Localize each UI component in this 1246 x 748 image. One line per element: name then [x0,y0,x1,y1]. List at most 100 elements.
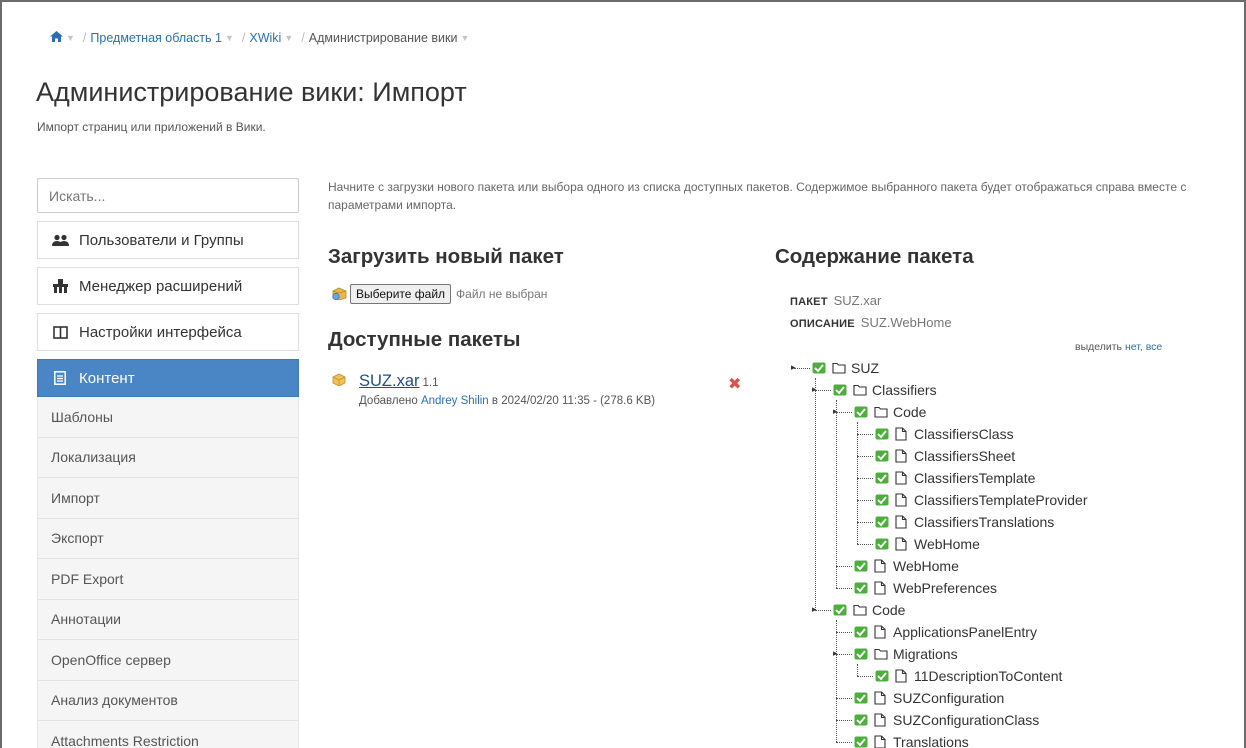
tree-page-node[interactable]: Translations [854,732,969,748]
tree-folder-node[interactable]: Code [833,600,905,620]
page-icon [895,536,909,552]
tree-page-node[interactable]: ClassifiersTranslations [875,512,1054,532]
tree-node-label: ClassifiersTemplateProvider [914,492,1088,508]
users-icon [51,234,69,247]
tree-node-label: SUZ [851,360,879,376]
upload-row: Выберите файл Файл не выбран [332,284,547,304]
package-description-line: ОПИСАНИЕ SUZ.WebHome [790,315,952,330]
checkbox-checked-icon[interactable] [854,714,868,726]
folder-icon [874,647,888,662]
package-entry: SUZ.xar 1.1 ✖ Добавлено Andrey Shilin в … [332,372,742,407]
layout-icon [51,325,69,339]
folder-icon [832,361,846,376]
sidebar-category-users[interactable]: Пользователи и Группы [37,221,299,259]
sidebar-item-import[interactable]: Импорт [38,478,298,519]
select-links: выделить нет, все [1075,341,1162,353]
chevron-down-icon[interactable]: ▼ [461,33,470,43]
tree-node-label: Code [893,404,927,420]
tree-node-label: ClassifiersTemplate [914,470,1036,486]
sidebar-category-label: Пользователи и Группы [79,231,244,249]
tree-page-node[interactable]: SUZConfigurationClass [854,710,1039,730]
tree-node-label: Translations [893,734,969,748]
sidebar-item-pdf-export[interactable]: PDF Export [38,559,298,600]
tree-page-node[interactable]: ClassifiersTemplateProvider [875,490,1088,510]
breadcrumb: ▼ / Предметная область 1 ▼ / XWiki ▼ / А… [50,30,473,45]
checkbox-checked-icon[interactable] [854,406,868,418]
tree-folder-node[interactable]: Code [854,402,926,422]
checkbox-checked-icon[interactable] [833,384,847,396]
sidebar-item-document-analysis[interactable]: Анализ документов [38,680,298,721]
breadcrumb-item-subject-area[interactable]: Предметная область 1 [90,31,222,45]
tree-page-node[interactable]: ClassifiersSheet [875,446,1015,466]
sidebar-item-annotations[interactable]: Аннотации [38,599,298,640]
package-icon [332,373,346,391]
checkbox-checked-icon[interactable] [854,626,868,638]
tree-page-node[interactable]: ApplicationsPanelEntry [854,622,1037,642]
tree-page-node[interactable]: ClassifiersTemplate [875,468,1035,488]
tree-page-node[interactable]: 11DescriptionToContent [875,666,1062,686]
checkbox-checked-icon[interactable] [875,538,889,550]
package-version: 1.1 [422,377,439,389]
checkbox-checked-icon[interactable] [875,428,889,440]
tree-node-label: ApplicationsPanelEntry [893,624,1037,640]
folder-icon [853,383,867,398]
home-icon[interactable] [50,30,63,45]
sidebar-item-openoffice[interactable]: OpenOffice сервер [38,640,298,681]
sidebar-item-localization[interactable]: Локализация [38,437,298,478]
tree-node-label: ClassifiersSheet [914,448,1016,464]
sidebar-search-input[interactable] [37,178,299,213]
select-all-link[interactable]: все [1146,341,1163,353]
package-author-link[interactable]: Andrey Shilin [421,395,489,407]
description-value: SUZ.WebHome [860,315,952,330]
package-upload-icon [332,286,347,303]
sidebar-category-layout[interactable]: Настройки интерфейса [37,313,299,351]
breadcrumb-item-xwiki[interactable]: XWiki [249,31,281,45]
checkbox-checked-icon[interactable] [854,582,868,594]
checkbox-checked-icon[interactable] [854,736,868,748]
extensions-icon [51,279,69,293]
tree-page-node[interactable]: WebPreferences [854,578,997,598]
page-icon [874,734,888,748]
tree-folder-node[interactable]: Classifiers [833,380,937,400]
package-name-link[interactable]: SUZ.xar [359,372,420,391]
sidebar-subitems: Шаблоны Локализация Импорт Экспорт PDF E… [37,397,299,748]
checkbox-checked-icon[interactable] [854,692,868,704]
tree-page-node[interactable]: ClassifiersClass [875,424,1014,444]
tree-page-node[interactable]: WebHome [875,534,980,554]
sidebar-category-label: Контент [79,369,135,387]
available-packages-heading: Доступные пакеты [328,328,521,351]
tree-folder-node[interactable]: SUZ [812,358,879,378]
checkbox-checked-icon[interactable] [875,516,889,528]
tree-page-node[interactable]: WebHome [854,556,959,576]
checkbox-checked-icon[interactable] [854,648,868,660]
select-none-link[interactable]: нет, [1125,341,1143,353]
chevron-down-icon[interactable]: ▼ [284,33,293,43]
chevron-down-icon[interactable]: ▼ [66,33,75,43]
tree-folder-node[interactable]: Migrations [854,644,958,664]
sidebar-item-templates[interactable]: Шаблоны [38,397,298,438]
tree-node-label: Migrations [893,646,958,662]
page-icon [895,426,909,442]
delete-package-icon[interactable]: ✖ [728,374,741,394]
checkbox-checked-icon[interactable] [875,494,889,506]
sidebar-category-content[interactable]: Контент [37,359,299,397]
tree-page-node[interactable]: SUZConfiguration [854,688,1004,708]
page-icon [895,470,909,486]
checkbox-checked-icon[interactable] [875,670,889,682]
page-icon [874,712,888,728]
folder-icon [874,405,888,420]
checkbox-checked-icon[interactable] [854,560,868,572]
sidebar-category-extensions[interactable]: Менеджер расширений [37,267,299,305]
checkbox-checked-icon[interactable] [875,450,889,462]
tree-node-label: SUZConfigurationClass [893,712,1040,728]
checkbox-checked-icon[interactable] [812,362,826,374]
sidebar-item-attachments-restriction[interactable]: Attachments Restriction [38,721,298,748]
select-label: выделить [1075,341,1123,353]
sidebar-item-export[interactable]: Экспорт [38,518,298,559]
choose-file-button[interactable]: Выберите файл [350,284,452,304]
chevron-down-icon[interactable]: ▼ [225,33,234,43]
package-added-prefix: Добавлено [359,395,418,407]
checkbox-checked-icon[interactable] [875,472,889,484]
page-icon [874,580,888,596]
checkbox-checked-icon[interactable] [833,604,847,616]
